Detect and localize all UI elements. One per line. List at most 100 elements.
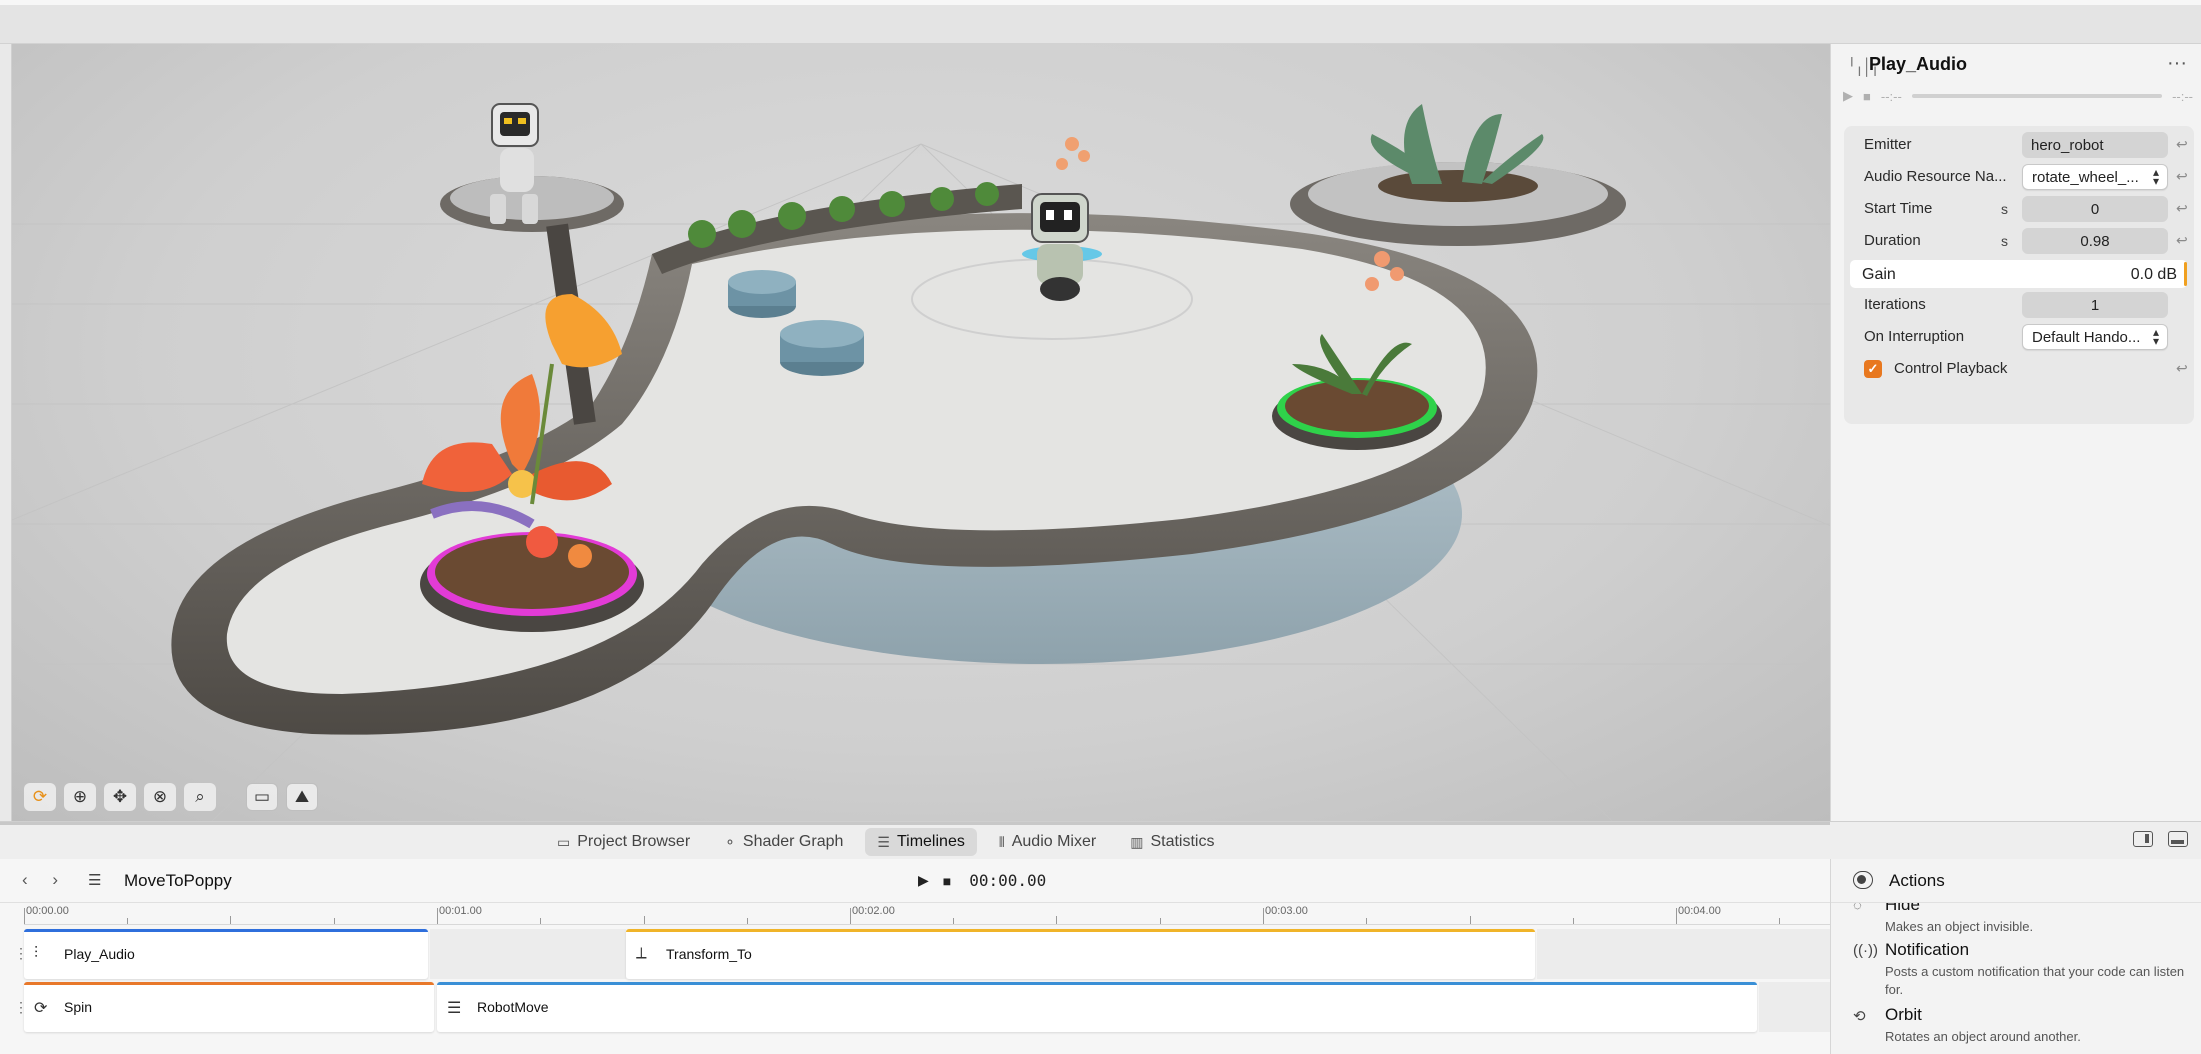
start-time-label: Start Time: [1864, 200, 1933, 217]
time-left: --:--: [1880, 88, 1902, 104]
control-playback-label: Control Playback: [1894, 360, 2008, 377]
duration-unit: s: [2001, 233, 2008, 249]
scrubber-track[interactable]: [1911, 94, 2163, 98]
emitter-label: Emitter: [1864, 136, 1912, 153]
pan-camera-icon[interactable]: ⊕: [64, 783, 96, 811]
left-sidebar-edge: [0, 44, 12, 821]
on-interruption-label: On Interruption: [1864, 328, 1965, 345]
timeline-editor: ‹ › ☰ MoveToPoppy ▶ ■ 00:00.00 00:00.00 …: [0, 859, 1830, 1054]
reset-icon[interactable]: ↩: [2176, 136, 2188, 153]
move-camera-icon[interactable]: ✥: [104, 783, 136, 811]
track-gap: [1537, 929, 1830, 979]
tab-audio-mixer[interactable]: ⫴ Audio Mixer: [987, 828, 1108, 856]
transform-icon: ⟂: [636, 945, 647, 962]
spin-icon: ⟳: [34, 1000, 48, 1017]
start-time-field[interactable]: 0: [2022, 196, 2168, 222]
ruler-label: 00:02.00: [852, 905, 895, 917]
gain-level-indicator: [2184, 262, 2187, 286]
actions-header: Actions: [1831, 859, 2201, 903]
timeline-transport: ▶ ■ 00:00.00: [918, 871, 1046, 890]
actions-icon: [1853, 871, 1873, 889]
time-ruler[interactable]: 00:00.00 00:01.00 00:02.00 00:03.00 00:0…: [24, 903, 1830, 925]
inspector-header: ╵╷│╷╵ Play_Audio ···: [1831, 44, 2201, 90]
iterations-row: Iterations 1: [1844, 288, 2194, 320]
ruler-tick: [850, 908, 851, 924]
ruler-tick: [437, 908, 438, 924]
back-forward-icon[interactable]: ‹ ›: [22, 870, 68, 890]
actions-library: Actions ◌ Hide Makes an object invisible…: [1830, 859, 2201, 1054]
ruler-tick: [1676, 908, 1677, 924]
control-playback-row: ✓ Control Playback ↩: [1844, 352, 2194, 384]
on-interruption-popup[interactable]: Default Hando... ▴ ▾: [2022, 324, 2168, 350]
clip-transform-to[interactable]: ⟂ Transform_To: [626, 929, 1535, 979]
clip-play-audio[interactable]: ⫶ Play_Audio: [24, 929, 428, 979]
tab-timelines[interactable]: ☰ Timelines: [865, 828, 977, 856]
stop-icon[interactable]: ■: [1863, 89, 1871, 104]
start-time-row: Start Time s 0 ↩: [1844, 192, 2194, 224]
play-icon[interactable]: ▶: [1843, 88, 1853, 104]
current-time: 00:00.00: [969, 871, 1047, 890]
ruler-label: 00:01.00: [439, 905, 482, 917]
toggle-inspector-icon[interactable]: [2133, 831, 2153, 847]
ruler-label: 00:00.00: [26, 905, 69, 917]
duration-field[interactable]: 0.98: [2022, 228, 2168, 254]
chevron-updown-icon: ▴ ▾: [2152, 325, 2159, 348]
clip-robot-move[interactable]: ☰ RobotMove: [437, 982, 1757, 1032]
reset-icon[interactable]: ↩: [2176, 360, 2188, 377]
timeline-icon: ☰: [88, 872, 102, 889]
orbit-icon: ⟲: [1853, 1008, 1866, 1025]
tab-statistics[interactable]: ▥ Statistics: [1118, 828, 1226, 856]
clip-spin[interactable]: ⟳ Spin: [24, 982, 434, 1032]
audio-mixer-icon: ⫴: [998, 833, 1005, 850]
play-icon[interactable]: ▶: [918, 872, 929, 889]
globe-icon[interactable]: ⊗: [144, 783, 176, 811]
reset-icon[interactable]: ↩: [2176, 200, 2188, 217]
more-options-icon[interactable]: ···: [2167, 52, 2187, 75]
reset-icon[interactable]: ↩: [2176, 168, 2188, 185]
audio-resource-popup[interactable]: rotate_wheel_... ▴ ▾: [2022, 164, 2168, 190]
iterations-label: Iterations: [1864, 296, 1926, 313]
control-playback-checkbox[interactable]: ✓: [1864, 360, 1882, 378]
actions-title: Actions: [1889, 871, 1945, 890]
scene-viewport[interactable]: ⟳ ⊕ ✥ ⊗ ⌕ ▭ ⛰: [12, 44, 1830, 821]
window-toolbar: [0, 0, 2201, 44]
emitter-field[interactable]: hero_robot: [2022, 132, 2168, 158]
toggle-bottom-panel-icon[interactable]: [2168, 831, 2188, 847]
stop-icon[interactable]: ■: [943, 873, 951, 889]
group-icon: ☰: [447, 1000, 462, 1017]
emitter-row: Emitter hero_robot ↩: [1844, 128, 2194, 160]
timeline-icon: ☰: [877, 833, 890, 850]
viewport-toolbar: ⟳ ⊕ ✥ ⊗ ⌕ ▭ ⛰: [24, 783, 318, 811]
audio-wave-icon: ⫶: [34, 945, 39, 962]
camera-view-icon[interactable]: ▭: [246, 783, 278, 811]
ruler-label: 00:04.00: [1678, 905, 1721, 917]
tab-shader-graph[interactable]: ⚬ Shader Graph: [712, 828, 855, 856]
reset-icon[interactable]: ↩: [2176, 232, 2188, 249]
inspector-title: Play_Audio: [1869, 54, 1968, 74]
time-right: --:--: [2172, 88, 2193, 104]
timeline-header: ‹ › ☰ MoveToPoppy ▶ ■ 00:00.00: [0, 859, 1830, 903]
duration-row: Duration s 0.98 ↩: [1844, 224, 2194, 256]
tab-project-browser[interactable]: ▭ Project Browser: [545, 828, 702, 856]
inspector-panel: ╵╷│╷╵ Play_Audio ··· ▶ ■ --:-- --:-- Emi…: [1830, 44, 2201, 821]
track-gap: [1759, 982, 1830, 1032]
audio-resource-row: Audio Resource Na... rotate_wheel_... ▴ ▾ …: [1844, 160, 2194, 192]
gain-value: 0.0 dB: [2130, 266, 2177, 283]
gain-slider[interactable]: Gain 0.0 dB: [1850, 260, 2187, 288]
shader-graph-icon: ⚬: [724, 833, 736, 850]
scene-render: [12, 103, 1830, 821]
on-interruption-row: On Interruption Default Hando... ▴ ▾: [1844, 320, 2194, 352]
ruler-tick: [1263, 908, 1264, 924]
audio-resource-label: Audio Resource Na...: [1864, 168, 2007, 185]
gain-label: Gain: [1862, 266, 1896, 283]
track-gap: [430, 929, 626, 979]
properties-group: Emitter hero_robot ↩ Audio Resource Na..…: [1844, 126, 2194, 424]
orbit-camera-icon[interactable]: ⟳: [24, 783, 56, 811]
bottom-tab-bar: ▭ Project Browser ⚬ Shader Graph ☰ Timeline…: [0, 821, 2201, 859]
iterations-field[interactable]: 1: [2022, 292, 2168, 318]
folder-icon: ▭: [557, 833, 571, 850]
zoom-icon[interactable]: ⌕: [184, 783, 216, 811]
statistics-icon: ▥: [1130, 833, 1144, 850]
notification-icon: ((·)): [1853, 942, 1878, 959]
environment-icon[interactable]: ⛰: [286, 783, 318, 811]
